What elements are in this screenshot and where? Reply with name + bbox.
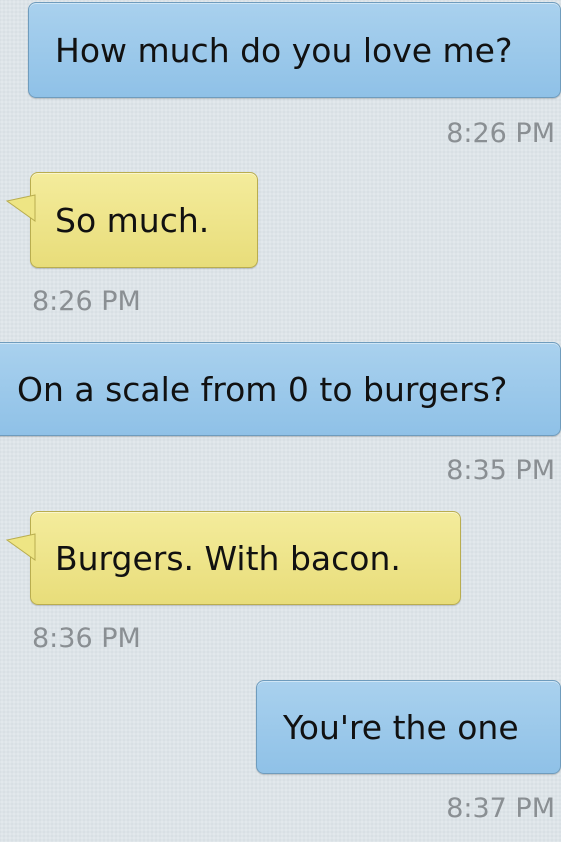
message-text: On a scale from 0 to burgers?: [17, 369, 508, 409]
message-text: So much.: [55, 200, 210, 240]
message-timestamp: 8:37 PM: [446, 793, 555, 824]
bubble-tail-icon: [5, 533, 36, 561]
sent-message-bubble[interactable]: On a scale from 0 to burgers?: [0, 342, 561, 436]
sent-message-bubble[interactable]: You're the one: [256, 680, 561, 774]
message-timestamp: 8:26 PM: [446, 118, 555, 149]
sent-message-bubble[interactable]: How much do you love me?: [28, 2, 561, 98]
bubble-tail-icon: [5, 194, 36, 222]
message-text: You're the one: [283, 707, 519, 747]
message-timestamp: 8:36 PM: [32, 623, 141, 654]
received-message-bubble[interactable]: So much.: [5, 172, 258, 268]
message-text: How much do you love me?: [55, 30, 513, 70]
message-timestamp: 8:26 PM: [32, 286, 141, 317]
received-message-bubble[interactable]: Burgers. With bacon.: [5, 511, 461, 605]
message-thread: How much do you love me? 8:26 PM So much…: [0, 0, 561, 842]
message-text: Burgers. With bacon.: [55, 538, 401, 578]
message-timestamp: 8:35 PM: [446, 455, 555, 486]
